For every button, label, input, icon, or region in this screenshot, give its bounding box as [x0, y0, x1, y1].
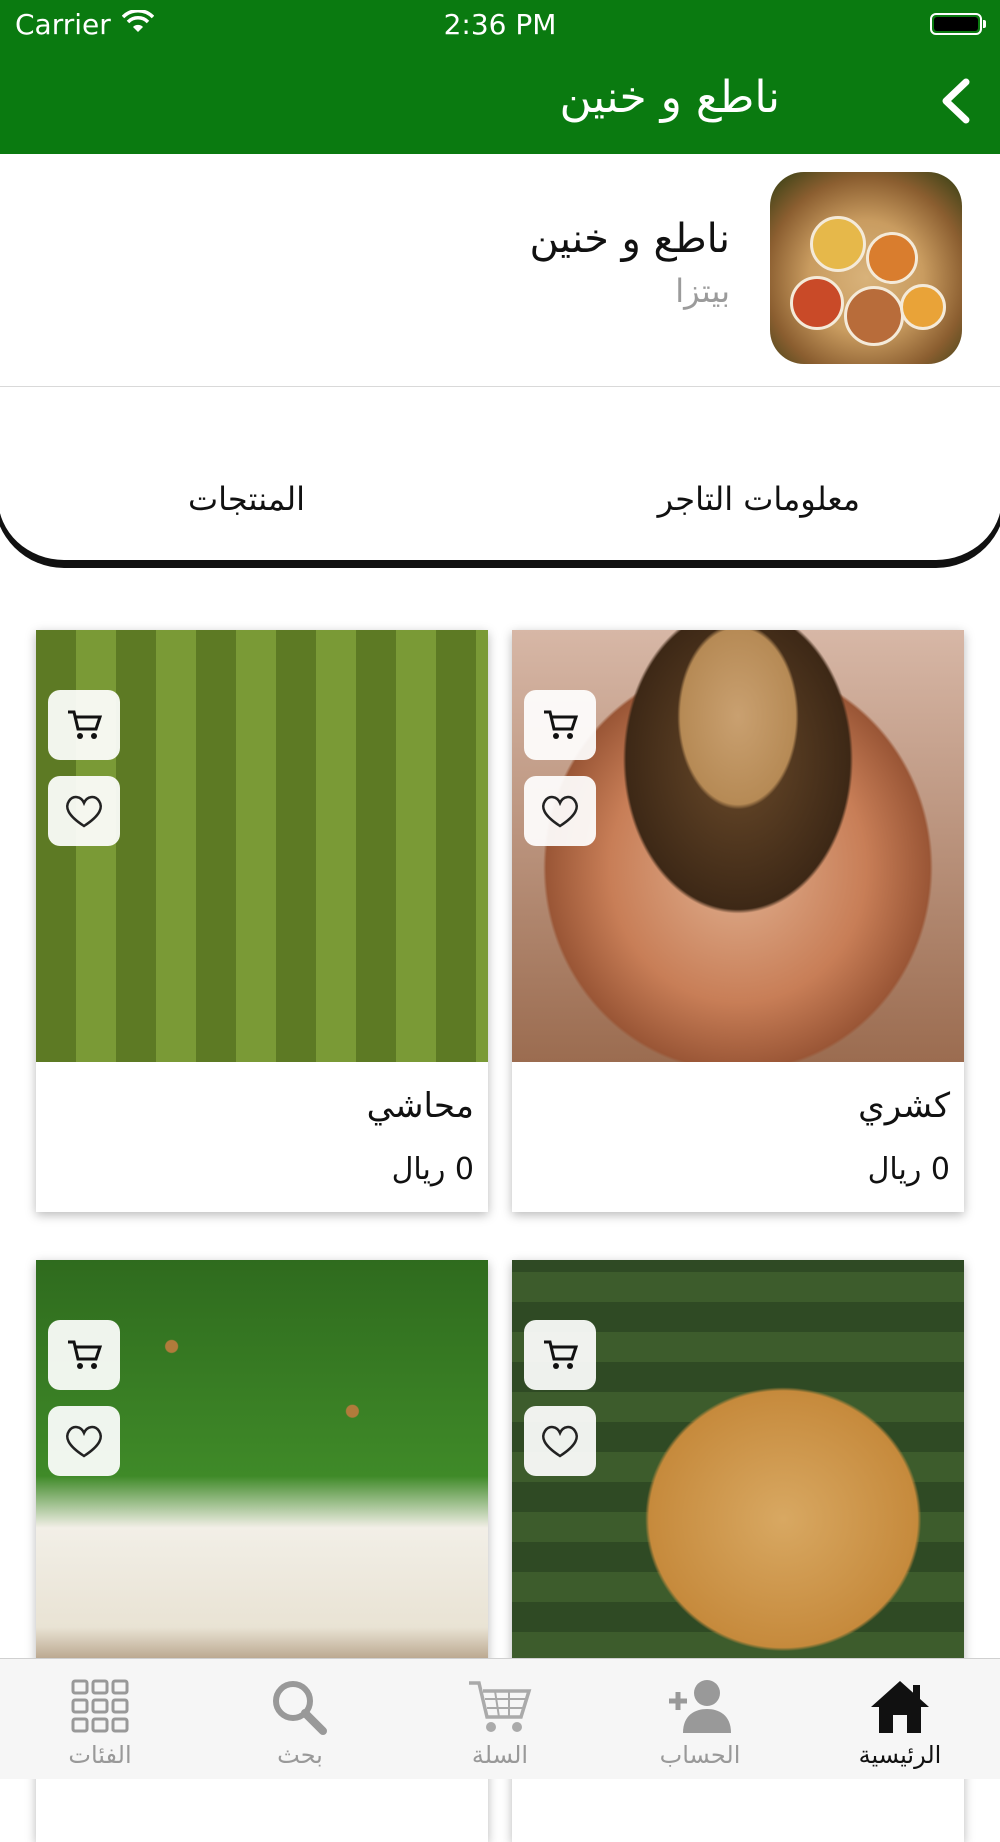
cart-icon — [68, 1340, 102, 1369]
favorite-button[interactable] — [524, 776, 596, 846]
favorite-button[interactable] — [524, 1406, 596, 1476]
tab-search[interactable]: بحث — [200, 1659, 400, 1779]
segment-tabs: معلومات التاجر المنتجات — [0, 440, 1000, 568]
product-price: 0 ريال — [391, 1152, 474, 1187]
merchant-header: ناطع و خنين بيتزا — [0, 154, 1000, 387]
heart-icon — [542, 1425, 578, 1458]
product-name: كشري — [858, 1086, 950, 1126]
tab-categories[interactable]: الفئات — [0, 1659, 200, 1779]
product-price: 0 ريال — [867, 1152, 950, 1187]
cart-icon — [544, 710, 578, 739]
tab-cart[interactable]: السلة — [400, 1659, 600, 1779]
product-card[interactable]: كشري 0 ريال — [512, 630, 964, 1212]
tab-products[interactable]: المنتجات — [188, 480, 305, 518]
merchant-category: بيتزا — [675, 272, 730, 310]
chevron-left-icon[interactable] — [932, 76, 982, 126]
home-icon — [871, 1681, 929, 1733]
tab-cart-label: السلة — [471, 1741, 529, 1769]
cart-icon — [68, 710, 102, 739]
add-to-cart-button[interactable] — [524, 1320, 596, 1390]
tab-account-label: الحساب — [659, 1741, 741, 1769]
tab-categories-label: الفئات — [68, 1741, 132, 1769]
tab-account[interactable]: الحساب — [600, 1659, 800, 1779]
tab-merchant-info[interactable]: معلومات التاجر — [658, 480, 860, 518]
merchant-image — [770, 172, 962, 364]
grid-icon — [71, 1679, 129, 1733]
cart-icon — [544, 1340, 578, 1369]
add-to-cart-button[interactable] — [48, 1320, 120, 1390]
product-card[interactable]: محاشي 0 ريال — [36, 630, 488, 1212]
status-bar: Carrier 2:36 PM — [0, 0, 1000, 50]
add-user-icon — [669, 1680, 731, 1733]
tab-home[interactable]: الرئيسية — [800, 1659, 1000, 1779]
product-name: محاشي — [366, 1086, 474, 1126]
heart-icon — [542, 795, 578, 828]
nav-bar: ناطع و خنين — [0, 50, 1000, 154]
search-icon — [273, 1681, 327, 1735]
add-to-cart-button[interactable] — [48, 690, 120, 760]
cart-icon — [469, 1681, 532, 1732]
merchant-name: ناطع و خنين — [529, 216, 730, 262]
page-title: ناطع و خنين — [559, 72, 780, 123]
favorite-button[interactable] — [48, 1406, 120, 1476]
tab-home-label: الرئيسية — [858, 1741, 942, 1769]
heart-icon — [66, 1425, 102, 1458]
battery-icon — [930, 13, 986, 35]
favorite-button[interactable] — [48, 776, 120, 846]
bottom-tab-bar: الرئيسية الحساب السلة بحث الفئات — [0, 1658, 1000, 1779]
tab-search-label: بحث — [277, 1741, 323, 1769]
add-to-cart-button[interactable] — [524, 690, 596, 760]
heart-icon — [66, 795, 102, 828]
clock: 2:36 PM — [443, 8, 557, 41]
